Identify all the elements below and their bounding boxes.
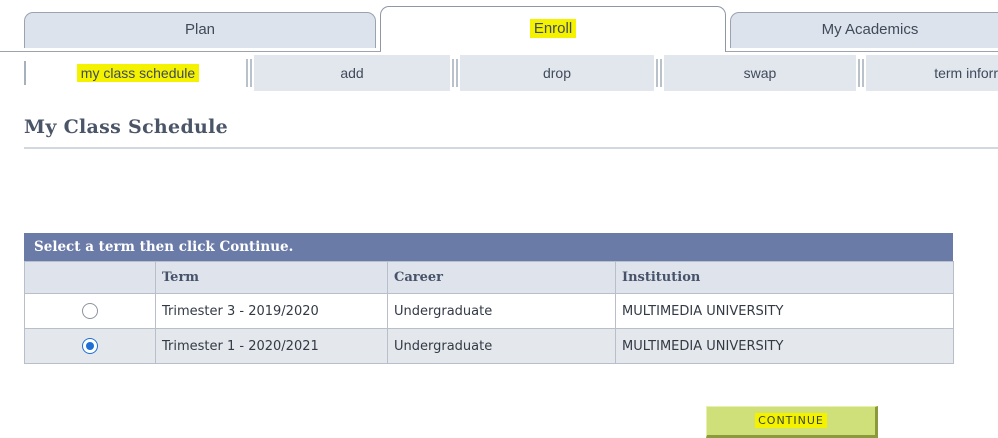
sub-tab-bar: my class schedule add drop swap term inf…: [24, 55, 998, 91]
sub-tab-separator: [858, 59, 864, 87]
title-divider: [24, 147, 998, 149]
term-cell: Trimester 3 - 2019/2020: [155, 293, 388, 329]
select-cell: [24, 328, 156, 364]
sub-tab-separator: [24, 61, 26, 85]
career-cell: Undergraduate: [387, 293, 616, 329]
select-cell: [24, 293, 156, 329]
column-header-term: Term: [155, 261, 388, 294]
tab-plan[interactable]: Plan: [24, 12, 376, 48]
institution-cell: MULTIMEDIA UNIVERSITY: [615, 328, 954, 364]
subtab-drop[interactable]: drop: [460, 55, 654, 91]
term-cell: Trimester 1 - 2020/2021: [155, 328, 388, 364]
sub-tab-separator: [246, 59, 252, 87]
subtab-drop-label: drop: [542, 65, 572, 81]
subtab-my-class-schedule[interactable]: my class schedule: [32, 55, 244, 91]
sub-tab-separator: [452, 59, 458, 87]
table-row[interactable]: Trimester 3 - 2019/2020 Undergraduate MU…: [24, 293, 954, 329]
tab-my-academics-label: My Academics: [821, 21, 919, 38]
tab-my-academics[interactable]: My Academics: [730, 12, 998, 48]
table-header-row: Term Career Institution: [24, 261, 954, 294]
column-header-institution: Institution: [615, 261, 954, 294]
subtab-swap[interactable]: swap: [664, 55, 856, 91]
tab-divider: [0, 51, 381, 52]
continue-button-label: CONTINUE: [755, 413, 827, 428]
subtab-add[interactable]: add: [254, 55, 450, 91]
subtab-my-class-schedule-label: my class schedule: [76, 64, 200, 82]
tab-divider: [726, 51, 998, 52]
career-cell: Undergraduate: [387, 328, 616, 364]
continue-button[interactable]: CONTINUE: [706, 406, 878, 438]
page-title: My Class Schedule: [24, 116, 229, 138]
tab-plan-label: Plan: [184, 21, 216, 38]
sub-tab-separator: [656, 59, 662, 87]
term-grid: Select a term then click Continue. Term …: [24, 233, 954, 364]
term-radio-button[interactable]: [82, 338, 98, 354]
column-header-career: Career: [387, 261, 616, 294]
grid-caption: Select a term then click Continue.: [24, 233, 953, 261]
term-radio-button[interactable]: [82, 303, 98, 319]
column-header-select: [24, 261, 156, 294]
table-row[interactable]: Trimester 1 - 2020/2021 Undergraduate MU…: [24, 328, 954, 364]
subtab-swap-label: swap: [743, 65, 777, 81]
main-tab-bar: Plan Enroll My Academics: [0, 0, 998, 52]
term-table: Term Career Institution Trimester 3 - 20…: [24, 261, 954, 364]
subtab-term-information-label: term inforr: [934, 65, 998, 81]
institution-cell: MULTIMEDIA UNIVERSITY: [615, 293, 954, 329]
subtab-add-label: add: [340, 65, 364, 81]
tab-enroll[interactable]: Enroll: [380, 6, 726, 52]
tab-enroll-label: Enroll: [529, 19, 577, 38]
subtab-term-information[interactable]: term inforr: [866, 55, 998, 91]
